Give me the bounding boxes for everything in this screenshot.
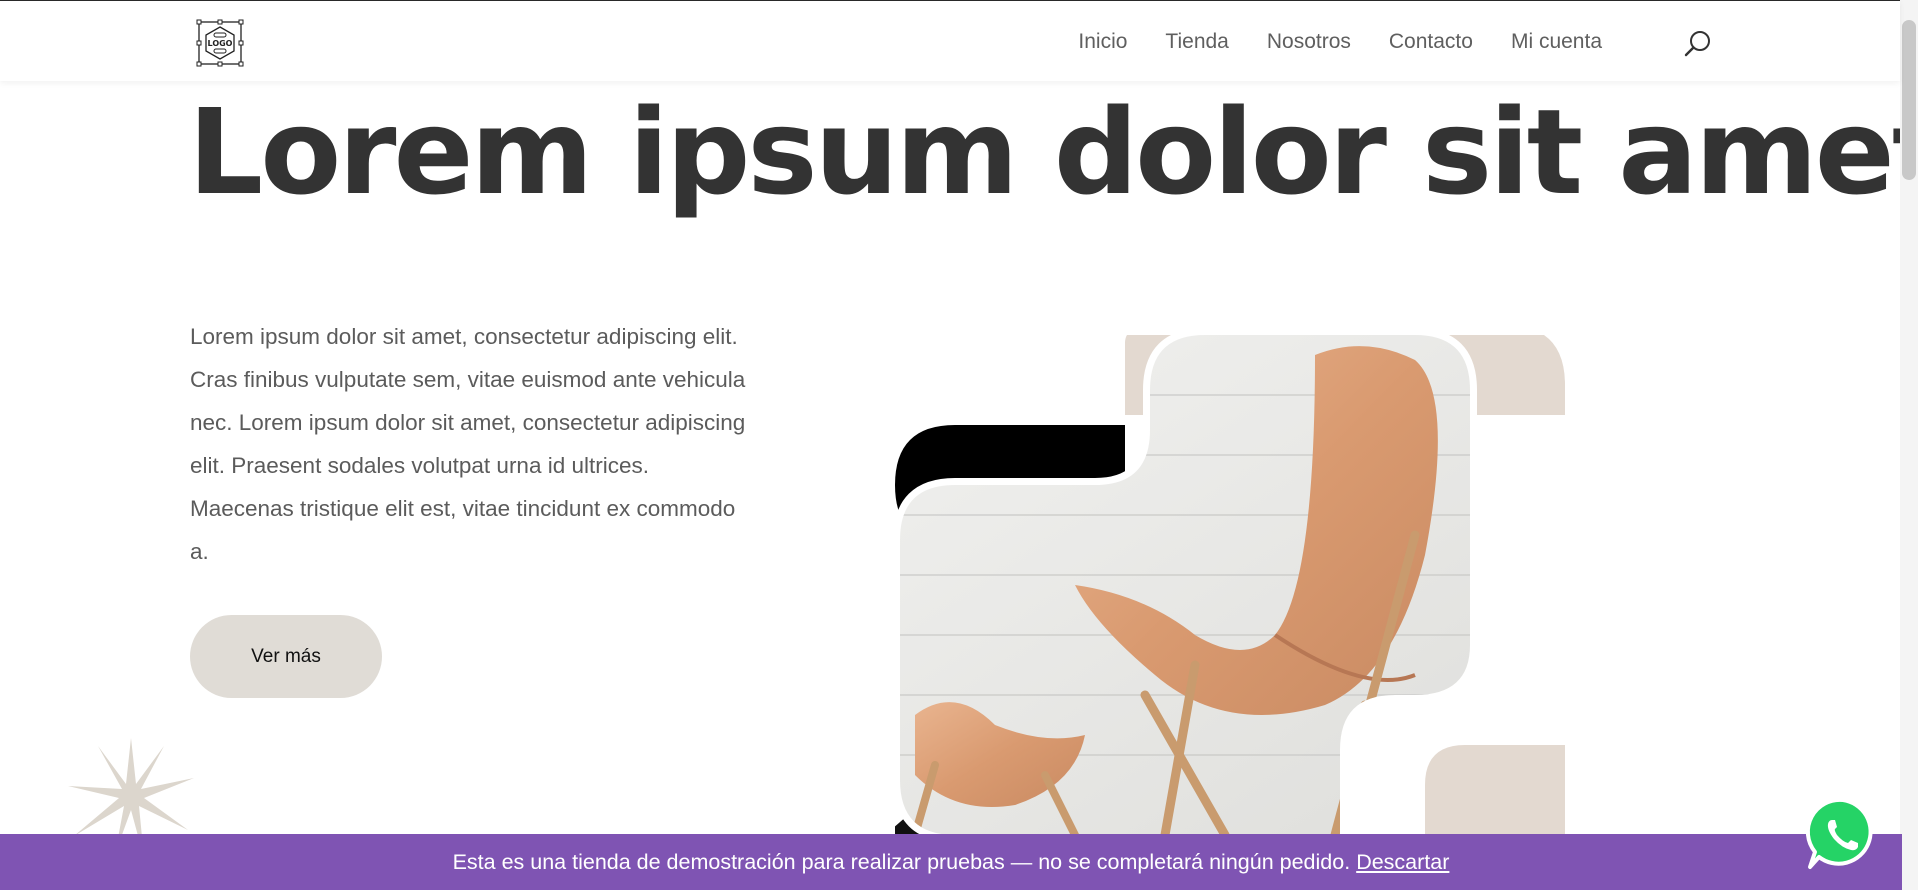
scrollbar-thumb[interactable] <box>1902 20 1916 180</box>
nav-inicio[interactable]: Inicio <box>1078 28 1127 56</box>
nav-contacto[interactable]: Contacto <box>1389 28 1473 56</box>
demo-store-notice: Esta es una tienda de demostración para … <box>0 834 1902 890</box>
dismiss-link[interactable]: Descartar <box>1356 850 1449 875</box>
logo[interactable]: LOGO <box>195 18 245 68</box>
nav-nosotros[interactable]: Nosotros <box>1267 28 1351 56</box>
hero-image <box>895 335 1565 835</box>
hero-title: Lorem ipsum dolor sit amet <box>188 83 1918 221</box>
demo-store-text: Esta es una tienda de demostración para … <box>452 849 1351 874</box>
hero-description: Lorem ipsum dolor sit amet, consectetur … <box>190 324 746 564</box>
search-icon[interactable] <box>1683 29 1713 59</box>
logo-text: LOGO <box>208 39 233 48</box>
site-header: LOGO Inicio Tienda Nosotros Contacto Mi … <box>0 1 1900 81</box>
nav-tienda[interactable]: Tienda <box>1165 28 1228 56</box>
main-nav: Inicio Tienda Nosotros Contacto Mi cuent… <box>1040 28 1602 56</box>
ver-mas-button[interactable]: Ver más <box>190 615 382 698</box>
whatsapp-icon[interactable] <box>1805 796 1881 872</box>
nav-mi-cuenta[interactable]: Mi cuenta <box>1511 28 1602 56</box>
page: LOGO Inicio Tienda Nosotros Contacto Mi … <box>0 0 1918 890</box>
scrollbar[interactable] <box>1900 0 1918 890</box>
